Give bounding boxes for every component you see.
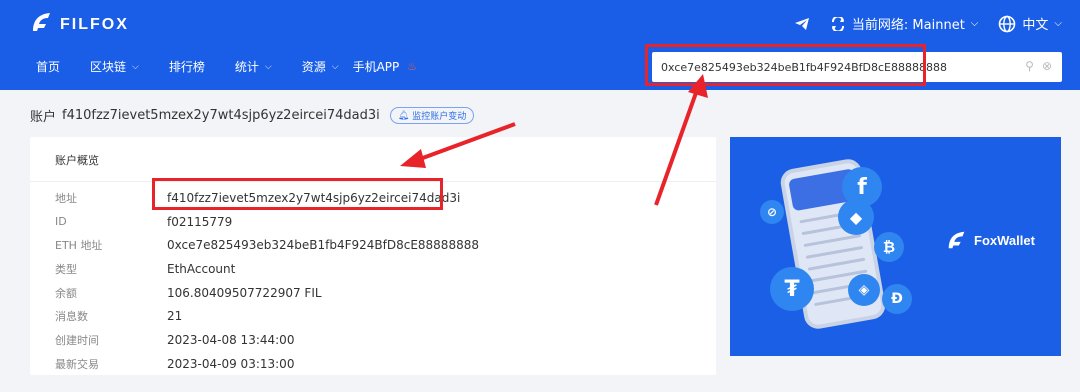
network-label: 当前网络: Mainnet — [851, 18, 965, 33]
address-highlight-box — [152, 178, 443, 210]
logo-text: FILFOX — [60, 16, 129, 33]
overview-row-latest-tx: 最新交易 2023-04-09 03:13:00 — [30, 352, 479, 376]
fire-icon: ♨ — [407, 60, 418, 73]
overview-row-type: 类型 EthAccount — [30, 257, 479, 281]
language-label: 中文 — [1022, 18, 1049, 33]
row-key: 最新交易 — [55, 357, 99, 371]
nav-blockchain[interactable]: 区块链 ⌵ — [90, 58, 139, 75]
nav-stats[interactable]: 统计 ⌵ — [235, 58, 272, 75]
row-value-created: 2023-04-08 13:44:00 — [167, 332, 295, 347]
binance-coin-icon: ◈ — [848, 274, 880, 306]
nav-resources[interactable]: 资源 ⌵ — [302, 58, 339, 75]
nav-mobile-app[interactable]: 手机APP ♨ — [353, 58, 418, 75]
chevron-down-icon: ⌵ — [331, 61, 339, 72]
nav-ranking[interactable]: 排行榜 — [169, 58, 205, 75]
main-nav: 首页 区块链 ⌵ 排行榜 统计 ⌵ 资源 ⌵ 手机APP ♨ — [36, 58, 447, 75]
overview-rows: 地址 f410fzz7ievet5mzex2y7wt4sjp6yz2eircei7… — [30, 186, 479, 376]
nav-stats-label: 统计 — [234, 60, 259, 74]
chevron-down-icon: ⌵ — [264, 61, 272, 72]
overview-heading: 账户概览 — [30, 137, 716, 182]
account-title-label: 账户 — [30, 110, 57, 125]
account-overview-card: 账户概览 地址 f410fzz7ievet5mzex2y7wt4sjp6yz2ei… — [30, 137, 716, 375]
row-key: ID — [55, 215, 67, 229]
header-utilities: 当前网络: Mainnet ⌵ 中文 ⌵ — [794, 14, 1062, 33]
monitor-account-button[interactable]: 🔔︎ 监控账户变动 — [389, 107, 475, 124]
nav-mobile-app-label: 手机APP — [352, 60, 400, 74]
clear-icon[interactable]: ⊗ — [1042, 59, 1052, 73]
row-value-eth-address[interactable]: 0xce7e825493eb324beB1fb4F924BfD8cE888888… — [167, 238, 479, 252]
row-value-balance: 106.80409507722907 FIL — [167, 285, 322, 300]
overview-row-messages: 消息数 21 — [30, 304, 479, 328]
globe-icon — [999, 15, 1016, 32]
row-key: 创建时间 — [55, 333, 99, 347]
row-key: 余额 — [55, 286, 77, 300]
nav-home[interactable]: 首页 — [36, 58, 60, 75]
language-switch[interactable]: 中文 ⌵ — [998, 14, 1062, 33]
foxwallet-brand: FoxWallet — [946, 229, 1035, 251]
nav-ranking-label: 排行榜 — [168, 60, 205, 74]
overview-row-eth-address: ETH 地址 0xce7e825493eb324beB1fb4F924BfD8cE… — [30, 233, 479, 257]
nav-resources-label: 资源 — [301, 60, 326, 74]
filfox-logo-icon — [33, 13, 50, 31]
row-value-messages: 21 — [167, 309, 183, 324]
filfox-logo[interactable]: FILFOX — [30, 10, 129, 34]
row-value-type: EthAccount — [167, 261, 236, 276]
telegram-icon — [794, 17, 809, 30]
bitcoin-coin-icon: ₿ — [874, 232, 904, 262]
row-value-latest-tx: 2023-04-09 03:13:00 — [167, 356, 295, 371]
row-key: 地址 — [55, 191, 77, 205]
overview-row-created: 创建时间 2023-04-08 13:44:00 — [30, 328, 479, 352]
search-icon[interactable]: ⚲ — [1025, 59, 1034, 73]
nav-home-label: 首页 — [36, 60, 61, 74]
row-key: ETH 地址 — [55, 239, 103, 253]
nav-blockchain-label: 区块链 — [90, 60, 127, 74]
foxwallet-brand-text: FoxWallet — [974, 232, 1035, 248]
dai-coin-icon: Đ — [882, 284, 912, 314]
account-title-address: f410fzz7ievet5mzex2y7wt4sjp6yz2eircei74d… — [62, 108, 380, 123]
row-key: 消息数 — [55, 310, 88, 324]
network-switch-icon — [831, 16, 844, 31]
chevron-down-icon: ⌵ — [132, 61, 139, 72]
ethereum-coin-icon: ◆ — [838, 199, 874, 235]
account-title: 账户 f410fzz7ievet5mzex2y7wt4sjp6yz2eircei… — [30, 106, 475, 125]
row-key: 类型 — [55, 262, 77, 276]
row-value-id: f02115779 — [167, 214, 233, 229]
tether-coin-icon: ₮ — [770, 267, 814, 311]
monitor-account-label: 监控账户变动 — [412, 112, 467, 122]
telegram-link[interactable] — [794, 17, 810, 31]
overview-row-balance: 余额 106.80409507722907 FIL — [30, 281, 479, 305]
network-switch[interactable]: 当前网络: Mainnet ⌵ — [830, 14, 978, 33]
chevron-down-icon: ⌵ — [1054, 18, 1062, 29]
foxwallet-ad-banner[interactable]: f ◆ ₿ ◈ Đ ₮ ⊘ FoxWallet — [730, 137, 1061, 356]
generic-coin-icon: ⊘ — [760, 200, 784, 224]
overview-row-id: ID f02115779 — [30, 210, 479, 234]
bell-icon: 🔔︎ — [397, 110, 410, 121]
chevron-down-icon: ⌵ — [970, 18, 979, 29]
search-highlight-box — [645, 44, 926, 86]
foxwallet-logo-icon — [948, 231, 965, 249]
